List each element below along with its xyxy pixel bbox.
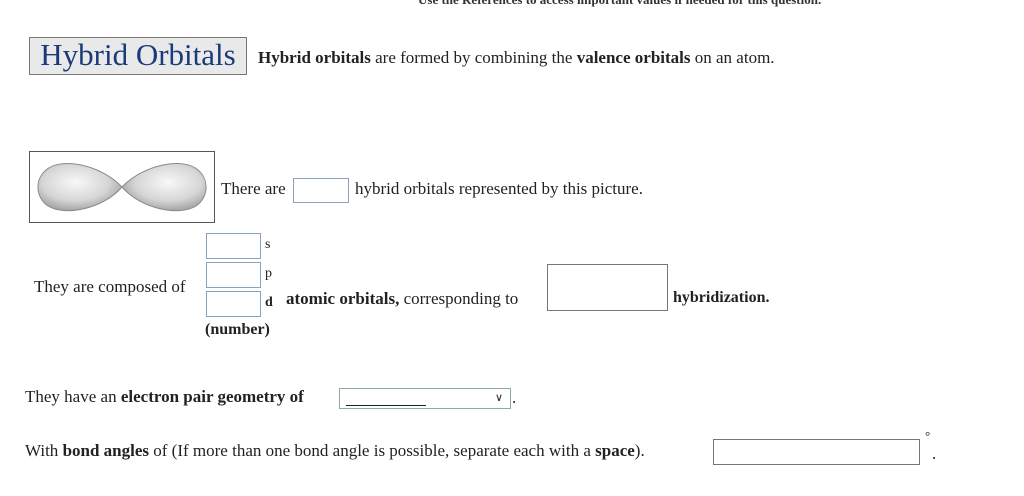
- left-lobe: [37, 163, 123, 212]
- atomic-orbitals-sentence: atomic orbitals, corresponding to: [286, 289, 518, 309]
- p-orbital-count-input[interactable]: [206, 262, 261, 288]
- intro-post: on an atom.: [690, 48, 775, 67]
- geometry-label: They have an electron pair geometry of: [25, 387, 304, 407]
- intro-term: Hybrid orbitals: [258, 48, 371, 67]
- select-blank-line: [346, 405, 426, 406]
- number-label: (number): [205, 321, 270, 338]
- bond-angles-period: .: [932, 444, 937, 463]
- geometry-bold: electron pair geometry of: [120, 387, 304, 406]
- right-lobe: [121, 163, 207, 212]
- dropdown-chevron-icon: ∨: [494, 391, 503, 404]
- references-note: Use the References to access important v…: [418, 0, 821, 8]
- count-label-post: hybrid orbitals represented by this pict…: [355, 179, 643, 198]
- bond-angles-mid: of (If more than one bond angle is possi…: [149, 441, 596, 460]
- hybridization-input[interactable]: [547, 264, 668, 311]
- s-label: s: [265, 237, 271, 252]
- intro-mid: are formed by combining the: [370, 48, 577, 67]
- geometry-period: .: [512, 388, 517, 407]
- bond-angles-bold: bond angles: [62, 441, 150, 460]
- d-label: d: [265, 295, 273, 310]
- composed-label: They are composed of: [34, 277, 186, 296]
- s-orbital-count-input[interactable]: [206, 233, 261, 259]
- hybrid-orbital-count-input[interactable]: [293, 178, 349, 203]
- electron-pair-geometry-select[interactable]: ∨: [339, 388, 511, 409]
- bond-angles-input[interactable]: [713, 439, 920, 465]
- count-label-pre: There are: [221, 179, 286, 198]
- sp-orbital-drawing: [37, 163, 207, 212]
- hybridization-label: hybridization.: [673, 289, 770, 306]
- orbital-lobes-image: [29, 151, 215, 223]
- atomic-orbitals-text: atomic orbitals,: [286, 289, 400, 308]
- degree-symbol: °: [925, 428, 931, 443]
- intro-sentence: Hybrid orbitals are formed by combining …: [258, 48, 775, 68]
- bond-angles-space: space: [595, 441, 635, 460]
- bond-angles-label: With bond angles of (If more than one bo…: [25, 441, 645, 461]
- intro-bold: valence orbitals: [576, 48, 691, 67]
- bond-angles-post: ).: [634, 441, 645, 460]
- p-label: p: [265, 266, 272, 281]
- bond-angles-pre: With: [25, 441, 63, 460]
- geometry-pre: They have an: [25, 387, 121, 406]
- d-orbital-count-input[interactable]: [206, 291, 261, 317]
- page-title: Hybrid Orbitals: [29, 37, 247, 75]
- corresponding-text: corresponding to: [399, 289, 519, 308]
